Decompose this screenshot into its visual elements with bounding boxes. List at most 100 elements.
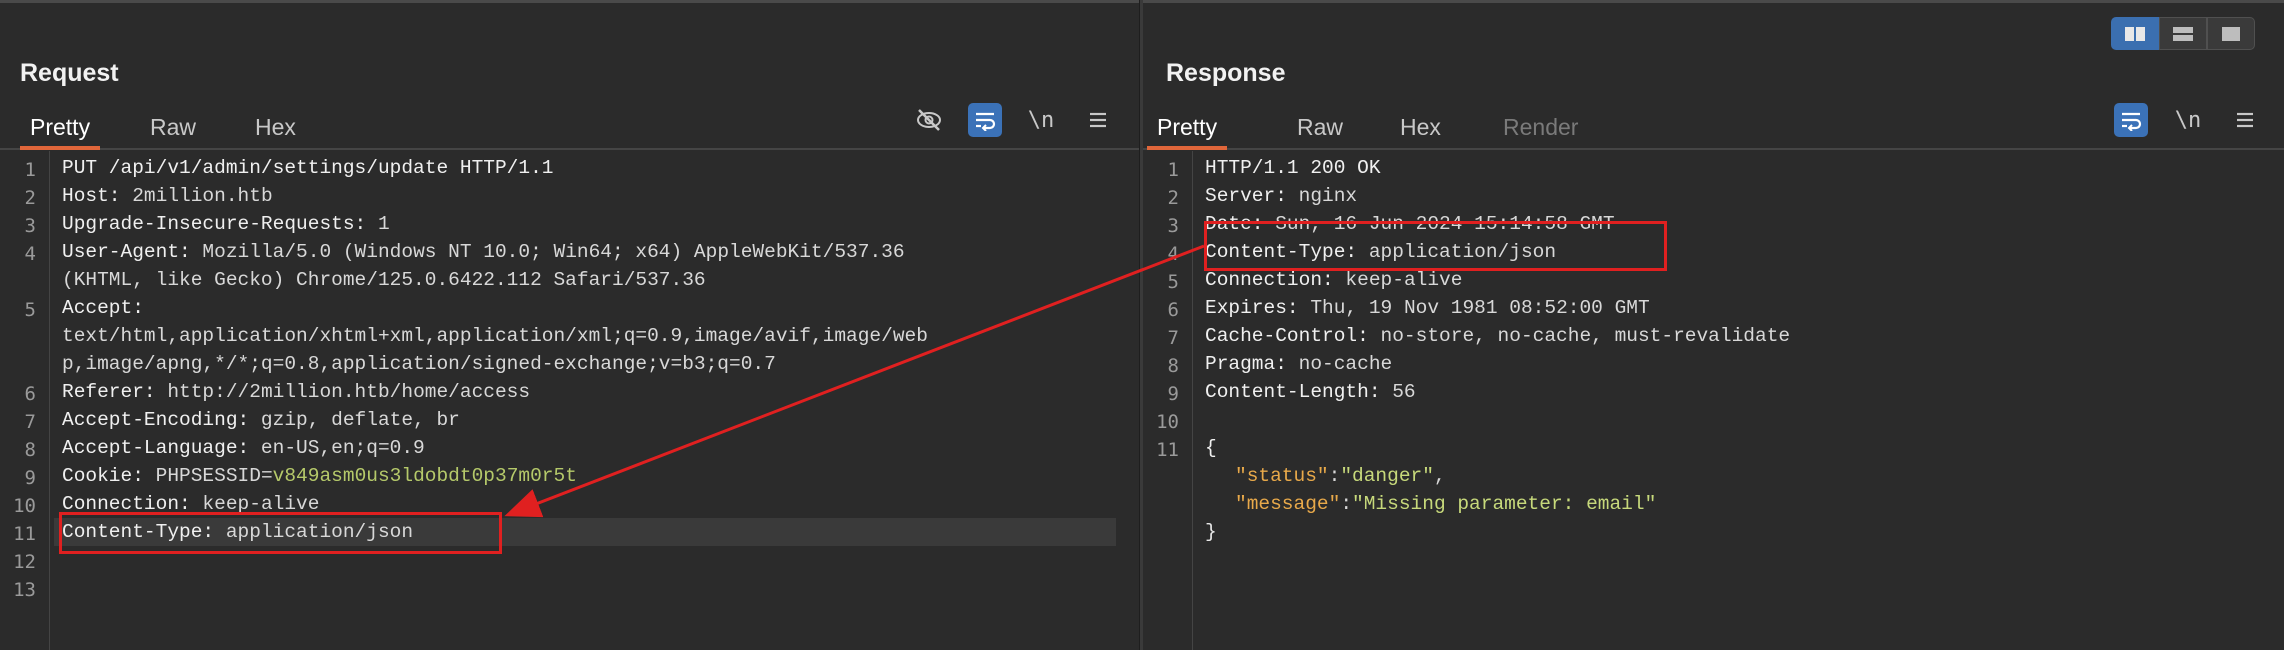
header-value: 56	[1380, 381, 1416, 403]
header-name: Upgrade-Insecure-Requests:	[62, 213, 367, 235]
line-number: 2	[1167, 187, 1179, 209]
json-separator: :	[1340, 493, 1353, 515]
single-pane-icon[interactable]	[2207, 17, 2255, 50]
json-comma: ,	[1433, 465, 1446, 487]
request-code-line: Host: 2million.htb	[62, 185, 273, 207]
split-vertical-icon[interactable]	[2159, 17, 2207, 50]
request-code-line: Accept-Language: en-US,en;q=0.9	[62, 437, 425, 459]
line-number: 5	[24, 299, 36, 321]
request-editor[interactable]: 1 PUT /api/v1/admin/settings/update HTTP/…	[0, 151, 1141, 650]
request-code-line: Cookie: PHPSESSID=v849asm0us3ldobdt0p37m…	[62, 465, 577, 487]
request-code-line: PUT /api/v1/admin/settings/update HTTP/1…	[62, 157, 553, 179]
header-value: no-cache	[1286, 353, 1393, 375]
response-code-line: Cache-Control: no-store, no-cache, must-…	[1205, 325, 1790, 347]
request-tab-hex[interactable]: Hex	[245, 114, 306, 150]
request-code-line: p,image/apng,*/*;q=0.8,application/signe…	[62, 353, 776, 375]
response-code-line: Server: nginx	[1205, 185, 1357, 207]
session-cookie-value: v849asm0us3ldobdt0p37m0r5t	[272, 465, 577, 487]
header-value: p,image/apng,*/*;q=0.8,application/signe…	[62, 353, 776, 375]
json-separator: :	[1328, 465, 1341, 487]
line-number: 10	[1156, 411, 1179, 433]
line-number: 12	[13, 551, 36, 573]
line-number: 9	[1167, 383, 1179, 405]
header-name: Accept-Language:	[62, 437, 250, 459]
header-name: Content-Length:	[1205, 381, 1381, 403]
header-name: Accept:	[62, 297, 144, 319]
response-tab-pretty[interactable]: Pretty	[1147, 114, 1228, 150]
json-key: "message"	[1235, 493, 1341, 515]
response-code-line: {	[1205, 437, 1217, 459]
line-number: 2	[24, 187, 36, 209]
header-value: (KHTML, like Gecko) Chrome/125.0.6422.11…	[62, 269, 706, 291]
layout-toggle	[2111, 17, 2255, 50]
request-code-line: Accept-Encoding: gzip, deflate, br	[62, 409, 460, 431]
menu-icon[interactable]	[1081, 103, 1115, 137]
line-number: 8	[24, 439, 36, 461]
header-name: HTTP/1.1 200 OK	[1205, 157, 1381, 179]
header-value: Thu, 19 Nov 1981 08:52:00 GMT	[1298, 297, 1650, 319]
line-number: 5	[1167, 271, 1179, 293]
line-number: 13	[13, 579, 36, 601]
header-value: 2million.htb	[120, 185, 273, 207]
line-number: 6	[24, 383, 36, 405]
request-code-line: (KHTML, like Gecko) Chrome/125.0.6422.11…	[62, 269, 706, 291]
line-number: 3	[24, 215, 36, 237]
response-tabbar: Pretty Raw Hex Render	[1143, 108, 2284, 150]
response-code-line: HTTP/1.1 200 OK	[1205, 157, 1381, 179]
response-code-line: Connection: keep-alive	[1205, 269, 1462, 291]
split-horizontal-icon[interactable]	[2111, 17, 2159, 50]
word-wrap-icon[interactable]	[968, 103, 1002, 137]
line-number: 3	[1167, 215, 1179, 237]
line-number: 11	[13, 523, 36, 545]
menu-icon[interactable]	[2228, 103, 2262, 137]
json-body-line: "status":"danger",	[1235, 465, 1446, 487]
header-name: PUT /api/v1/admin/settings/update HTTP/1…	[62, 157, 554, 179]
json-body-line: "message":"Missing parameter: email"	[1235, 493, 1656, 515]
json-close-brace: }	[1205, 521, 1217, 543]
request-code-line: Upgrade-Insecure-Requests: 1	[62, 213, 390, 235]
response-code-line: Expires: Thu, 19 Nov 1981 08:52:00 GMT	[1205, 297, 1650, 319]
response-content-type-annotation-box	[1204, 221, 1667, 271]
header-name: Server:	[1205, 185, 1287, 207]
header-value: no-store, no-cache, must-revalidate	[1368, 325, 1791, 347]
line-number: 8	[1167, 355, 1179, 377]
line-number: 1	[1167, 159, 1179, 181]
request-code-line: text/html,application/xhtml+xml,applicat…	[62, 325, 928, 347]
response-tab-hex[interactable]: Hex	[1390, 114, 1451, 150]
json-string-value: "Missing parameter: email"	[1352, 493, 1657, 515]
json-string-value: "danger"	[1340, 465, 1434, 487]
line-number: 9	[24, 467, 36, 489]
word-wrap-icon[interactable]	[2114, 103, 2148, 137]
header-name: {	[1205, 437, 1217, 459]
header-value: Mozilla/5.0 (Windows NT 10.0; Win64; x64…	[190, 241, 905, 263]
line-number: 4	[24, 243, 36, 265]
header-name: Referer:	[62, 381, 156, 403]
line-number: 7	[24, 411, 36, 433]
header-value: 1	[366, 213, 390, 235]
header-name: Connection:	[1205, 269, 1334, 291]
header-value: http://2million.htb/home/access	[155, 381, 531, 403]
request-tab-raw[interactable]: Raw	[140, 114, 206, 150]
newline-toggle-icon[interactable]: \n	[2171, 103, 2205, 137]
header-name: Expires:	[1205, 297, 1299, 319]
request-content-type-annotation-box	[59, 512, 502, 554]
line-number: 7	[1167, 327, 1179, 349]
header-name: User-Agent:	[62, 241, 191, 263]
header-name: Accept-Encoding:	[62, 409, 250, 431]
request-tab-pretty[interactable]: Pretty	[20, 114, 101, 150]
header-name: Pragma:	[1205, 353, 1287, 375]
header-name: Cache-Control:	[1205, 325, 1369, 347]
response-tab-raw[interactable]: Raw	[1287, 114, 1353, 150]
request-code-line: User-Agent: Mozilla/5.0 (Windows NT 10.0…	[62, 241, 905, 263]
newline-toggle-icon[interactable]: \n	[1024, 103, 1058, 137]
header-name: Host:	[62, 185, 121, 207]
header-value: nginx	[1286, 185, 1358, 207]
line-number: 1	[24, 159, 36, 181]
request-title: Request	[20, 59, 119, 87]
response-code-line: Content-Length: 56	[1205, 381, 1416, 403]
response-panel: Response Pretty Raw Hex Render \n 1 HTTP/…	[1143, 0, 2284, 650]
response-title: Response	[1166, 59, 1286, 87]
line-number: 6	[1167, 299, 1179, 321]
response-tab-render[interactable]: Render	[1493, 114, 1588, 150]
eye-slash-icon[interactable]	[912, 103, 946, 137]
